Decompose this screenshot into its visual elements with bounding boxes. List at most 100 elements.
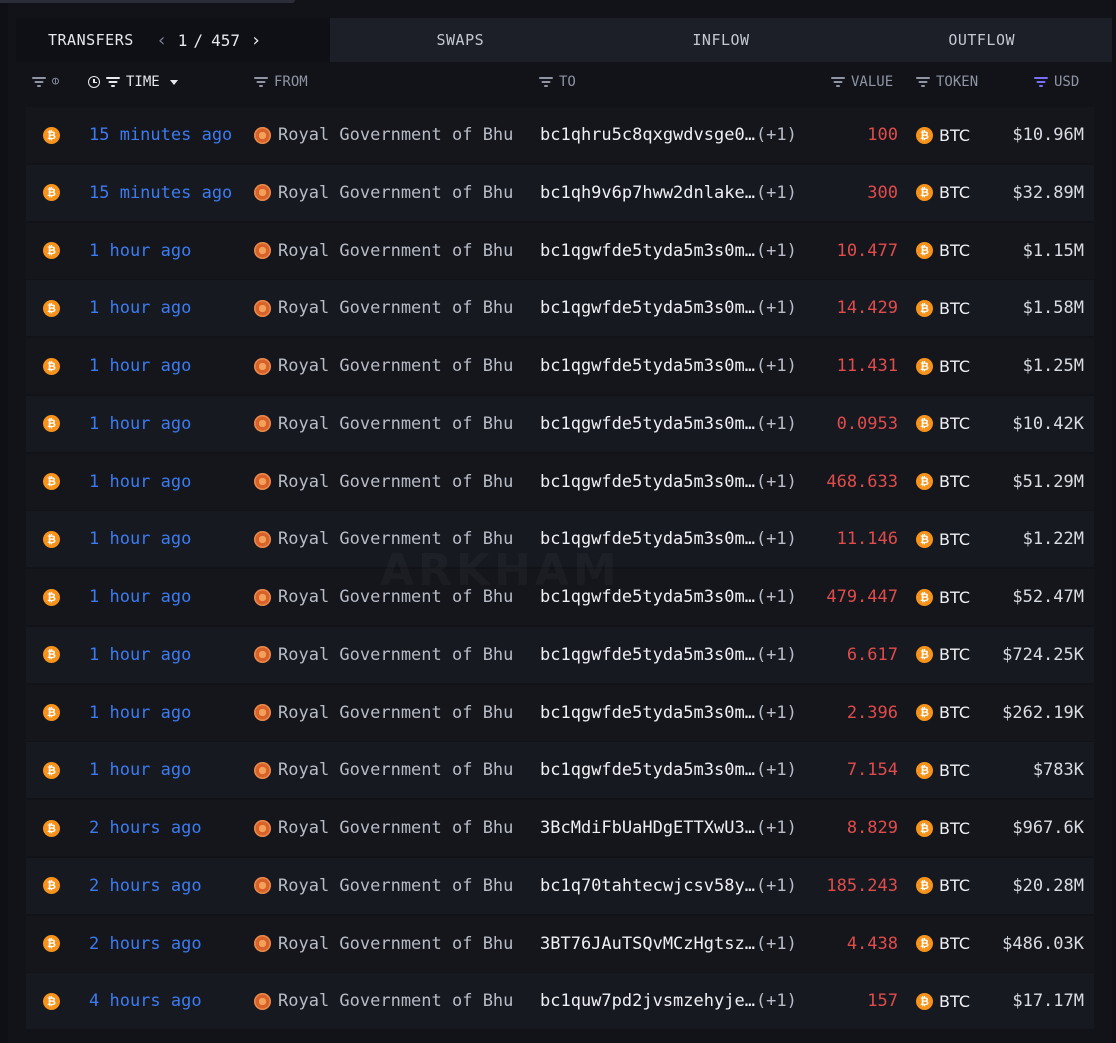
to-address[interactable]: bc1qgwfde5tyda5m3s0m… (+1) bbox=[540, 338, 797, 394]
chevron-right-icon[interactable]: › bbox=[248, 30, 264, 51]
token-cell[interactable]: ₿ BTC bbox=[916, 280, 970, 336]
table-row[interactable]: ₿ 1 hour ago Royal Government of Bhu bc1qgw… bbox=[26, 569, 1094, 626]
from-entity[interactable]: Royal Government of Bhu bbox=[254, 223, 513, 279]
table-row[interactable]: ₿ 1 hour ago Royal Government of Bhu bc1qgw… bbox=[26, 280, 1094, 337]
table-row[interactable]: ₿ 1 hour ago Royal Government of Bhu bc1qgw… bbox=[26, 626, 1094, 683]
to-extra-count[interactable]: (+1) bbox=[756, 472, 797, 492]
from-entity[interactable]: Royal Government of Bhu bbox=[254, 858, 513, 914]
time-link[interactable]: 2 hours ago bbox=[89, 800, 202, 856]
to-extra-count[interactable]: (+1) bbox=[756, 991, 797, 1011]
time-link[interactable]: 1 hour ago bbox=[89, 742, 191, 798]
time-link[interactable]: 15 minutes ago bbox=[89, 165, 232, 221]
table-row[interactable]: ₿ 1 hour ago Royal Government of Bhu bc1qgw… bbox=[26, 684, 1094, 741]
time-link[interactable]: 1 hour ago bbox=[89, 338, 191, 394]
time-link[interactable]: 1 hour ago bbox=[89, 396, 191, 452]
filter-icon[interactable] bbox=[254, 77, 268, 87]
link-icon[interactable]: ⊘ bbox=[48, 73, 64, 89]
table-row[interactable]: ₿ 1 hour ago Royal Government of Bhu bc1qgw… bbox=[26, 395, 1094, 452]
token-cell[interactable]: ₿ BTC bbox=[916, 685, 970, 741]
from-entity[interactable]: Royal Government of Bhu bbox=[254, 511, 513, 567]
table-row[interactable]: ₿ 15 minutes ago Royal Government of Bhu bc… bbox=[26, 164, 1094, 221]
to-address[interactable]: bc1qgwfde5tyda5m3s0m… (+1) bbox=[540, 223, 797, 279]
token-cell[interactable]: ₿ BTC bbox=[916, 800, 970, 856]
token-cell[interactable]: ₿ BTC bbox=[916, 742, 970, 798]
tab-inflow[interactable]: INFLOW bbox=[590, 18, 852, 62]
table-row[interactable]: ₿ 15 minutes ago Royal Government of Bhu bc… bbox=[26, 107, 1094, 163]
token-cell[interactable]: ₿ BTC bbox=[916, 165, 970, 221]
time-link[interactable]: 1 hour ago bbox=[89, 627, 191, 683]
to-address[interactable]: bc1qgwfde5tyda5m3s0m… (+1) bbox=[540, 627, 797, 683]
chevron-down-icon[interactable] bbox=[169, 79, 178, 85]
chevron-left-icon[interactable]: ‹ bbox=[154, 30, 170, 51]
to-address[interactable]: bc1qgwfde5tyda5m3s0m… (+1) bbox=[540, 742, 797, 798]
time-link[interactable]: 1 hour ago bbox=[89, 454, 191, 510]
filter-icon[interactable] bbox=[1034, 77, 1048, 87]
to-address[interactable]: bc1q70tahtecwjcsv58y… (+1) bbox=[540, 858, 797, 914]
to-extra-count[interactable]: (+1) bbox=[756, 125, 797, 145]
from-entity[interactable]: Royal Government of Bhu bbox=[254, 742, 513, 798]
to-extra-count[interactable]: (+1) bbox=[756, 356, 797, 376]
to-extra-count[interactable]: (+1) bbox=[756, 587, 797, 607]
page-current[interactable]: 1 bbox=[178, 31, 188, 50]
to-address[interactable]: 3BcMdiFbUaHDgETTXwU3… (+1) bbox=[540, 800, 797, 856]
time-link[interactable]: 2 hours ago bbox=[89, 916, 202, 972]
from-entity[interactable]: Royal Government of Bhu bbox=[254, 338, 513, 394]
header-token[interactable]: TOKEN bbox=[916, 74, 978, 90]
to-extra-count[interactable]: (+1) bbox=[756, 241, 797, 261]
from-entity[interactable]: Royal Government of Bhu bbox=[254, 800, 513, 856]
table-row[interactable]: ₿ 1 hour ago Royal Government of Bhu bc1qgw… bbox=[26, 742, 1094, 799]
from-entity[interactable]: Royal Government of Bhu bbox=[254, 280, 513, 336]
to-address[interactable]: bc1qgwfde5tyda5m3s0m… (+1) bbox=[540, 454, 797, 510]
to-address[interactable]: bc1quw7pd2jvsmzehyje… (+1) bbox=[540, 973, 797, 1029]
from-entity[interactable]: Royal Government of Bhu bbox=[254, 627, 513, 683]
from-entity[interactable]: Royal Government of Bhu bbox=[254, 569, 513, 625]
to-extra-count[interactable]: (+1) bbox=[756, 298, 797, 318]
to-address[interactable]: bc1qgwfde5tyda5m3s0m… (+1) bbox=[540, 685, 797, 741]
to-extra-count[interactable]: (+1) bbox=[756, 183, 797, 203]
token-cell[interactable]: ₿ BTC bbox=[916, 916, 970, 972]
time-link[interactable]: 1 hour ago bbox=[89, 223, 191, 279]
to-extra-count[interactable]: (+1) bbox=[756, 876, 797, 896]
to-address[interactable]: bc1qgwfde5tyda5m3s0m… (+1) bbox=[540, 396, 797, 452]
from-entity[interactable]: Royal Government of Bhu bbox=[254, 973, 513, 1029]
to-address[interactable]: bc1qgwfde5tyda5m3s0m… (+1) bbox=[540, 569, 797, 625]
table-row[interactable]: ₿ 2 hours ago Royal Government of Bhu 3BcMd… bbox=[26, 800, 1094, 857]
token-cell[interactable]: ₿ BTC bbox=[916, 627, 970, 683]
to-address[interactable]: bc1qh9v6p7hww2dnlake… (+1) bbox=[540, 165, 797, 221]
from-entity[interactable]: Royal Government of Bhu bbox=[254, 396, 513, 452]
token-cell[interactable]: ₿ BTC bbox=[916, 973, 970, 1029]
token-cell[interactable]: ₿ BTC bbox=[916, 511, 970, 567]
time-link[interactable]: 15 minutes ago bbox=[89, 107, 232, 163]
token-cell[interactable]: ₿ BTC bbox=[916, 223, 970, 279]
filter-icon[interactable] bbox=[916, 77, 930, 87]
from-entity[interactable]: Royal Government of Bhu bbox=[254, 454, 513, 510]
to-extra-count[interactable]: (+1) bbox=[756, 818, 797, 838]
token-cell[interactable]: ₿ BTC bbox=[916, 396, 970, 452]
filter-icon[interactable] bbox=[831, 77, 845, 87]
from-entity[interactable]: Royal Government of Bhu bbox=[254, 107, 513, 163]
filter-icon[interactable] bbox=[539, 77, 553, 87]
token-cell[interactable]: ₿ BTC bbox=[916, 107, 970, 163]
tab-transfers[interactable]: TRANSFERS ‹ 1 / 457 › bbox=[16, 18, 330, 62]
token-cell[interactable]: ₿ BTC bbox=[916, 454, 970, 510]
header-from[interactable]: FROM bbox=[254, 74, 308, 90]
to-extra-count[interactable]: (+1) bbox=[756, 934, 797, 954]
header-to[interactable]: TO bbox=[539, 74, 576, 90]
table-row[interactable]: ₿ 2 hours ago Royal Government of Bhu 3BT76… bbox=[26, 915, 1094, 972]
to-address[interactable]: 3BT76JAuTSQvMCzHgtsz… (+1) bbox=[540, 916, 797, 972]
tab-outflow[interactable]: OUTFLOW bbox=[851, 18, 1113, 62]
to-extra-count[interactable]: (+1) bbox=[756, 529, 797, 549]
token-cell[interactable]: ₿ BTC bbox=[916, 858, 970, 914]
token-cell[interactable]: ₿ BTC bbox=[916, 338, 970, 394]
to-address[interactable]: bc1qhru5c8qxgwdvsge0… (+1) bbox=[540, 107, 797, 163]
table-row[interactable]: ₿ 4 hours ago Royal Government of Bhu bc1qu… bbox=[26, 973, 1094, 1030]
token-cell[interactable]: ₿ BTC bbox=[916, 569, 970, 625]
header-time[interactable]: TIME bbox=[88, 74, 178, 90]
from-entity[interactable]: Royal Government of Bhu bbox=[254, 685, 513, 741]
table-row[interactable]: ₿ 1 hour ago Royal Government of Bhu bc1qgw… bbox=[26, 338, 1094, 395]
to-address[interactable]: bc1qgwfde5tyda5m3s0m… (+1) bbox=[540, 280, 797, 336]
filter-icon[interactable] bbox=[32, 76, 46, 87]
to-extra-count[interactable]: (+1) bbox=[756, 414, 797, 434]
time-link[interactable]: 4 hours ago bbox=[89, 973, 202, 1029]
time-link[interactable]: 1 hour ago bbox=[89, 280, 191, 336]
